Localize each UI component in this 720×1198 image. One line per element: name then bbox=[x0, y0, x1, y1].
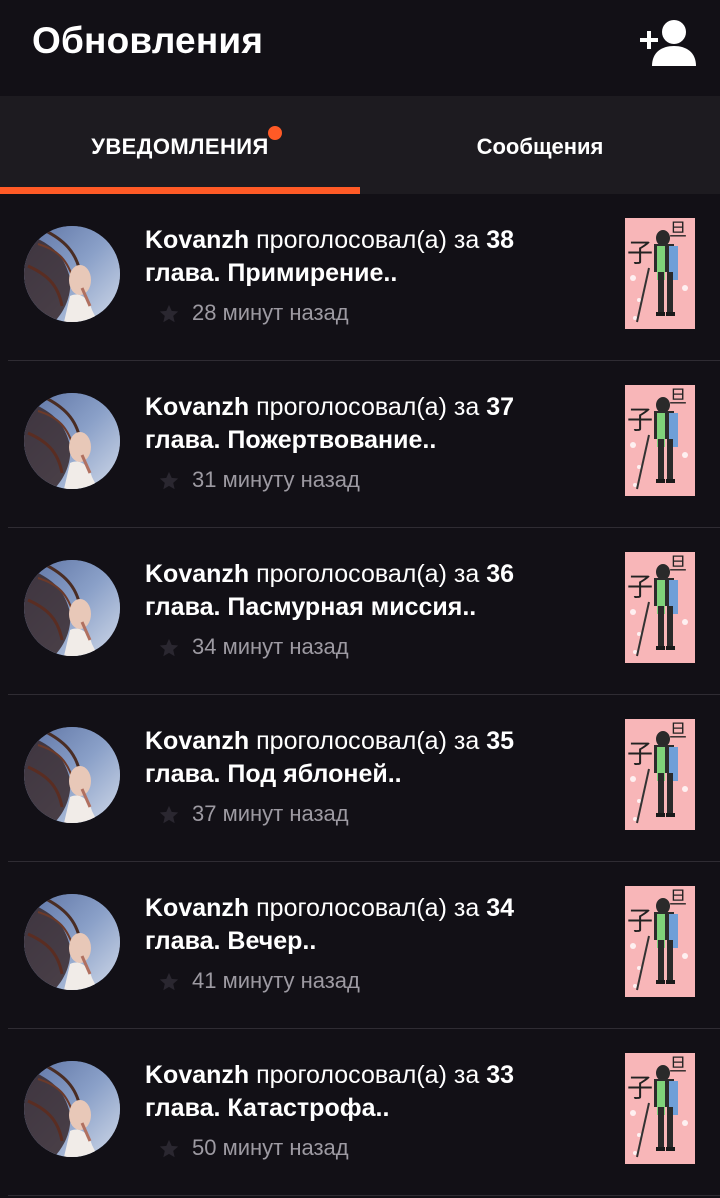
story-cover[interactable]: 子 旦 bbox=[625, 886, 695, 997]
avatar-image bbox=[24, 894, 120, 990]
updates-screen: Обновления УВЕДОМЛЕНИЯ Сообщения Kovanzh… bbox=[0, 0, 720, 1198]
app-header: Обновления bbox=[0, 0, 720, 96]
notification-action: проголосовал(а) за bbox=[256, 894, 480, 922]
notification-action: проголосовал(а) за bbox=[256, 727, 480, 755]
svg-text:旦: 旦 bbox=[669, 220, 687, 241]
timestamp: 50 минут назад bbox=[192, 1135, 349, 1160]
tab-notifications[interactable]: УВЕДОМЛЕНИЯ bbox=[0, 96, 360, 194]
chapter-title[interactable]: глава. Примирение.. bbox=[145, 259, 397, 287]
user-name[interactable]: Kovanzh bbox=[145, 1061, 249, 1089]
svg-text:子: 子 bbox=[627, 740, 653, 770]
story-cover-image: 子 旦 bbox=[625, 1053, 695, 1164]
notification-item[interactable]: Kovanzh проголосовал(а) за 37 глава. Пож… bbox=[0, 361, 720, 528]
notification-text: Kovanzh проголосовал(а) за 33 глава. Кат… bbox=[145, 1059, 585, 1125]
svg-text:子: 子 bbox=[627, 573, 653, 603]
story-cover-image: 子 旦 bbox=[625, 886, 695, 997]
story-cover[interactable]: 子 旦 bbox=[625, 385, 695, 496]
svg-text:旦: 旦 bbox=[669, 387, 687, 408]
avatar-image bbox=[24, 727, 120, 823]
tab-bar: УВЕДОМЛЕНИЯ Сообщения bbox=[0, 96, 720, 194]
user-name[interactable]: Kovanzh bbox=[145, 894, 249, 922]
notification-item[interactable]: Kovanzh проголосовал(а) за 36 глава. Пас… bbox=[0, 528, 720, 695]
avatar[interactable] bbox=[24, 560, 120, 656]
svg-text:旦: 旦 bbox=[669, 1055, 687, 1076]
svg-text:子: 子 bbox=[627, 406, 653, 436]
notification-item[interactable]: Kovanzh проголосовал(а) за 34 глава. Веч… bbox=[0, 862, 720, 1029]
notification-action: проголосовал(а) за bbox=[256, 393, 480, 421]
chapter-title[interactable]: глава. Катастрофа.. bbox=[145, 1094, 389, 1122]
avatar-image bbox=[24, 226, 120, 322]
svg-text:旦: 旦 bbox=[669, 888, 687, 909]
notification-action: проголосовал(а) за bbox=[256, 1061, 480, 1089]
star-icon bbox=[159, 304, 179, 323]
avatar[interactable] bbox=[24, 894, 120, 990]
story-cover[interactable]: 子 旦 bbox=[625, 552, 695, 663]
timestamp: 37 минут назад bbox=[192, 801, 349, 826]
star-icon bbox=[159, 471, 179, 490]
story-cover-image: 子 旦 bbox=[625, 719, 695, 830]
tab-notifications-label: УВЕДОМЛЕНИЯ bbox=[91, 134, 269, 159]
avatar[interactable] bbox=[24, 393, 120, 489]
avatar[interactable] bbox=[24, 1061, 120, 1157]
story-cover[interactable]: 子 旦 bbox=[625, 218, 695, 329]
avatar[interactable] bbox=[24, 727, 120, 823]
notification-action: проголосовал(а) за bbox=[256, 560, 480, 588]
star-icon bbox=[159, 972, 179, 991]
star-icon bbox=[159, 638, 179, 657]
chapter-title[interactable]: глава. Вечер.. bbox=[145, 927, 316, 955]
chapter-number: 37 bbox=[486, 393, 514, 421]
chapter-title[interactable]: глава. Пасмурная миссия.. bbox=[145, 593, 476, 621]
svg-text:子: 子 bbox=[627, 1074, 653, 1104]
unread-badge bbox=[268, 126, 282, 140]
timestamp: 28 минут назад bbox=[192, 300, 349, 325]
story-cover-image: 子 旦 bbox=[625, 218, 695, 329]
svg-text:旦: 旦 bbox=[669, 554, 687, 575]
tab-messages[interactable]: Сообщения bbox=[360, 96, 720, 194]
notification-text: Kovanzh проголосовал(а) за 38 глава. При… bbox=[145, 224, 585, 290]
chapter-title[interactable]: глава. Под яблоней.. bbox=[145, 760, 402, 788]
timestamp: 41 минуту назад bbox=[192, 968, 360, 993]
chapter-title[interactable]: глава. Пожертвование.. bbox=[145, 426, 436, 454]
add-user-icon bbox=[640, 20, 696, 66]
chapter-number: 34 bbox=[486, 894, 514, 922]
notification-text: Kovanzh проголосовал(а) за 35 глава. Под… bbox=[145, 725, 585, 791]
tab-messages-label: Сообщения bbox=[476, 134, 604, 159]
svg-text:子: 子 bbox=[627, 239, 653, 269]
story-cover[interactable]: 子 旦 bbox=[625, 719, 695, 830]
chapter-number: 36 bbox=[486, 560, 514, 588]
divider bbox=[8, 1195, 720, 1196]
story-cover-image: 子 旦 bbox=[625, 552, 695, 663]
add-user-button[interactable] bbox=[638, 18, 698, 70]
notification-text: Kovanzh проголосовал(а) за 37 глава. Пож… bbox=[145, 391, 585, 457]
svg-text:子: 子 bbox=[627, 907, 653, 937]
avatar-image bbox=[24, 1061, 120, 1157]
page-title: Обновления bbox=[32, 20, 264, 61]
svg-text:旦: 旦 bbox=[669, 721, 687, 742]
story-cover-image: 子 旦 bbox=[625, 385, 695, 496]
timestamp: 34 минут назад bbox=[192, 634, 349, 659]
notification-item[interactable]: Kovanzh проголосовал(а) за 35 глава. Под… bbox=[0, 695, 720, 862]
star-icon bbox=[159, 1139, 179, 1158]
avatar[interactable] bbox=[24, 226, 120, 322]
notification-item[interactable]: Kovanzh проголосовал(а) за 33 глава. Кат… bbox=[0, 1029, 720, 1196]
notification-item[interactable]: Kovanzh проголосовал(а) за 38 глава. При… bbox=[0, 194, 720, 361]
notification-list: Kovanzh проголосовал(а) за 38 глава. При… bbox=[0, 194, 720, 1196]
story-cover[interactable]: 子 旦 bbox=[625, 1053, 695, 1164]
avatar-image bbox=[24, 393, 120, 489]
notification-action: проголосовал(а) за bbox=[256, 226, 480, 254]
chapter-number: 33 bbox=[486, 1061, 514, 1089]
active-tab-indicator bbox=[0, 187, 360, 194]
user-name[interactable]: Kovanzh bbox=[145, 393, 249, 421]
notification-text: Kovanzh проголосовал(а) за 34 глава. Веч… bbox=[145, 892, 585, 958]
user-name[interactable]: Kovanzh bbox=[145, 226, 249, 254]
notification-text: Kovanzh проголосовал(а) за 36 глава. Пас… bbox=[145, 558, 585, 624]
user-name[interactable]: Kovanzh bbox=[145, 560, 249, 588]
chapter-number: 38 bbox=[486, 226, 514, 254]
star-icon bbox=[159, 805, 179, 824]
user-name[interactable]: Kovanzh bbox=[145, 727, 249, 755]
avatar-image bbox=[24, 560, 120, 656]
timestamp: 31 минуту назад bbox=[192, 467, 360, 492]
chapter-number: 35 bbox=[486, 727, 514, 755]
